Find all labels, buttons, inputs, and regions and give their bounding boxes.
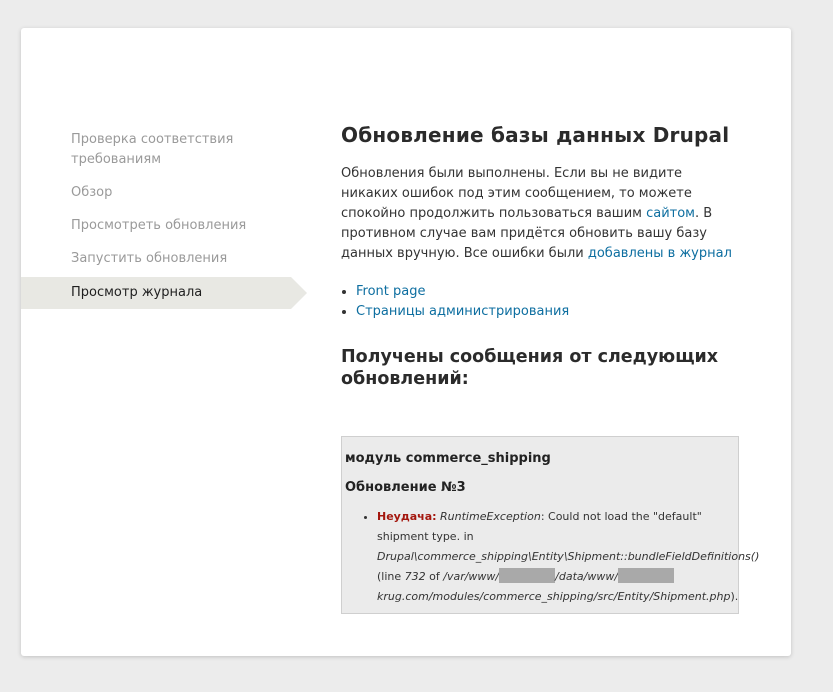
update-number: Обновление №3 <box>345 480 466 495</box>
log-messages: Неудача: RuntimeException: Could not loa… <box>345 507 759 607</box>
task-label: Просмотр журнала <box>71 285 203 300</box>
admin-pages-link[interactable]: Страницы администрирования <box>356 304 569 319</box>
task-review-updates: Просмотреть обновления <box>21 211 271 241</box>
page-title: Обновление базы данных Drupal <box>341 123 730 147</box>
messages-heading: Получены сообщения от следующих обновлен… <box>341 347 719 389</box>
list-item: Страницы администрирования <box>356 302 741 322</box>
front-page-link[interactable]: Front page <box>356 284 425 299</box>
task-label: Просмотреть обновления <box>71 218 247 233</box>
function-name: Drupal\commerce_shipping\Entity\Shipment… <box>377 550 760 563</box>
intro-part1: Обновления были выполнены. Если вы не ви… <box>341 166 692 221</box>
path-part1: /var/www/ <box>443 570 500 583</box>
task-view-log-active: Просмотр журнала <box>21 277 307 309</box>
line-prefix: (line <box>377 570 405 583</box>
log-message: Неудача: RuntimeException: Could not loa… <box>377 507 759 607</box>
redacted-block <box>618 568 675 583</box>
path-part2: /data/www/ <box>555 570 619 583</box>
line-number: 732 <box>404 570 426 583</box>
task-label: Запустить обновления <box>71 251 228 266</box>
task-label: Обзор <box>71 185 113 200</box>
redacted-block <box>499 568 556 583</box>
task-label: Проверка соответствия требованиям <box>71 132 234 167</box>
task-run-updates: Запустить обновления <box>21 244 271 274</box>
task-overview: Обзор <box>21 178 271 208</box>
path-part3: krug.com/modules/commerce_shipping/src/E… <box>377 590 731 603</box>
log-link[interactable]: добавлены в журнал <box>588 246 732 261</box>
list-item: Front page <box>356 282 741 302</box>
exception-type: RuntimeException <box>440 510 541 523</box>
intro-text: Обновления были выполнены. Если вы не ви… <box>341 164 741 264</box>
task-requirements: Проверка соответствия требованиям <box>21 125 271 175</box>
update-log-box: модуль commerce_shipping Обновление №3 Н… <box>341 436 759 614</box>
links-list: Front page Страницы администрирования <box>341 282 741 322</box>
page-card: Проверка соответствия требованиям Обзор … <box>21 28 791 656</box>
site-link[interactable]: сайтом <box>646 206 695 221</box>
main-content: Обновление базы данных Drupal Обновления… <box>341 123 741 390</box>
task-list: Проверка соответствия требованиям Обзор … <box>21 125 321 312</box>
failure-label: Неудача: <box>377 510 437 523</box>
path-end: ). <box>730 590 739 603</box>
module-name: модуль commerce_shipping <box>345 451 551 466</box>
line-of: of <box>425 570 444 583</box>
